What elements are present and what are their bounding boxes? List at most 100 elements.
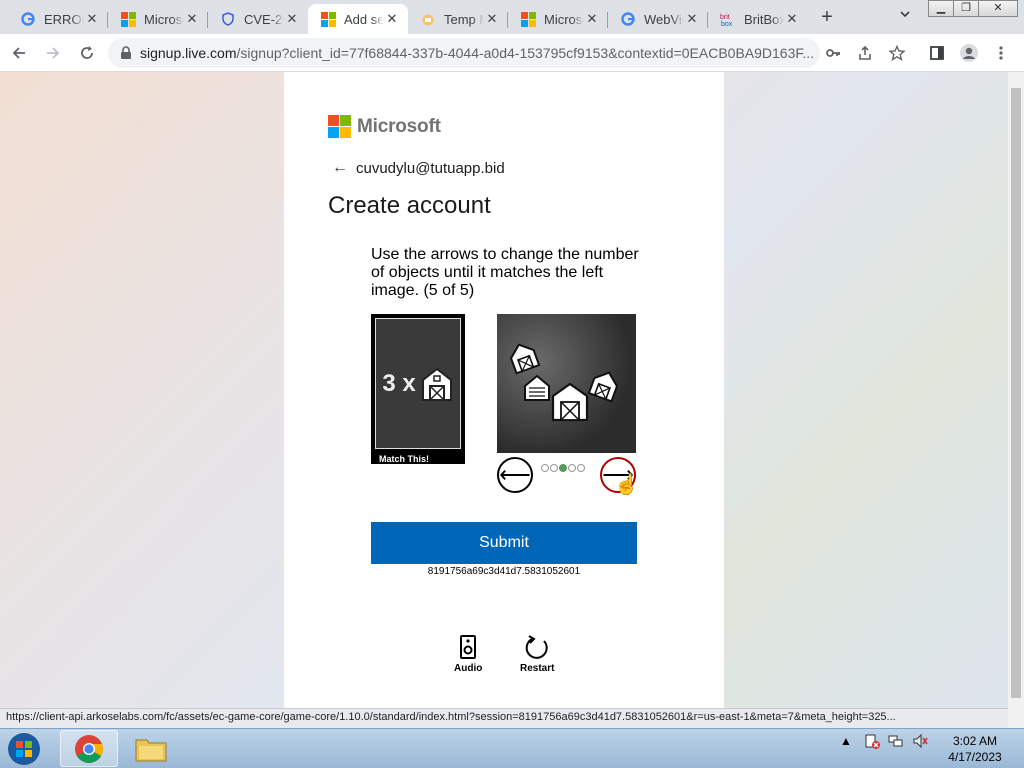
page-viewport: Microsoft ← cuvudylu@tutuapp.bid Create …: [0, 72, 1008, 708]
close-icon[interactable]: ✕: [184, 11, 200, 27]
close-icon[interactable]: ✕: [84, 11, 100, 27]
pagination-dot: [568, 464, 576, 472]
page-scrollbar[interactable]: [1008, 72, 1024, 728]
pagination-dot: [550, 464, 558, 472]
tab-britbox[interactable]: brit box BritBox ✕: [708, 4, 808, 34]
microsoft-icon: [320, 11, 336, 27]
clock-date: 4/17/2023: [948, 750, 1002, 764]
profile-avatar-icon[interactable]: [958, 42, 980, 64]
windows-taskbar: ▲ 3:02 AM 4/17/2023: [0, 728, 1024, 768]
microsoft-icon: [520, 11, 536, 27]
submit-button[interactable]: Submit: [371, 522, 637, 564]
forward-button[interactable]: [42, 42, 64, 64]
show-hidden-icons-icon[interactable]: ▲: [840, 734, 852, 748]
tab-title: Microsoft: [544, 11, 584, 27]
scrollbar-thumb[interactable]: [1011, 88, 1021, 698]
back-arrow-icon: [12, 47, 25, 59]
close-icon[interactable]: ✕: [284, 11, 300, 27]
reload-icon: [81, 46, 93, 59]
tab-title: BritBox: [744, 11, 784, 27]
taskbar-chrome[interactable]: [60, 730, 118, 767]
match-count: 3 x: [382, 369, 416, 397]
close-icon[interactable]: ✕: [684, 11, 700, 27]
svg-text:box: box: [721, 21, 733, 26]
system-tray: ▲: [840, 733, 928, 749]
tab-strip: ERROR ✕ Microsoft ✕ CVE-2023 ✕ Add secur…: [0, 0, 1024, 34]
reload-button[interactable]: [76, 42, 98, 64]
reference-panel: 3 x: [375, 318, 461, 449]
audio-label: Audio: [454, 663, 483, 674]
address-bar[interactable]: signup.live.com/signup?client_id=77f6884…: [108, 38, 820, 68]
tab-microsoft-2[interactable]: Microsoft ✕: [508, 4, 608, 34]
status-link-preview: https://client-api.arkoselabs.com/fc/ass…: [0, 708, 1008, 728]
pagination-dots: [541, 464, 586, 472]
session-id: 8191756a69c3d41d7.5831052601: [427, 566, 581, 577]
svg-text:brit: brit: [720, 14, 730, 21]
restart-icon: [525, 635, 548, 659]
audio-button[interactable]: Audio: [454, 635, 482, 674]
system-clock[interactable]: 3:02 AM 4/17/2023: [940, 733, 1010, 765]
menu-kebab-icon[interactable]: [990, 42, 1012, 64]
tab-error[interactable]: ERROR ✕: [8, 4, 108, 34]
windows-orb-icon: [8, 733, 40, 765]
tab-search-icon[interactable]: [896, 8, 914, 26]
britbox-icon: brit box: [720, 11, 736, 27]
password-key-icon[interactable]: [822, 42, 844, 64]
action-center-icon[interactable]: [864, 733, 880, 749]
tab-title: Add security: [344, 11, 384, 27]
page-title: Create account: [328, 192, 491, 219]
arrow-left-icon: ⟵: [499, 462, 531, 487]
share-icon[interactable]: [854, 42, 876, 64]
tab-add-security[interactable]: Add security ✕: [308, 4, 408, 34]
tab-webview[interactable]: WebView ✕: [608, 4, 708, 34]
google-icon: [20, 11, 36, 27]
tab-title: Temp Mail: [444, 11, 484, 27]
taskbar-explorer[interactable]: [122, 730, 180, 767]
tab-temp-mail[interactable]: Temp Mail ✕: [408, 4, 508, 34]
minimize-button[interactable]: ▁: [928, 0, 954, 17]
microsoft-logo: Microsoft: [328, 115, 441, 138]
close-icon[interactable]: ✕: [484, 11, 500, 27]
pagination-dot: [559, 464, 567, 472]
google-icon: [620, 11, 636, 27]
back-identity-row[interactable]: ← cuvudylu@tutuapp.bid: [332, 159, 505, 177]
network-icon[interactable]: [888, 733, 904, 749]
barn-group-icon: [509, 343, 619, 422]
forward-arrow-icon: [47, 47, 60, 59]
tab-title: CVE-2023: [244, 11, 284, 27]
back-arrow-icon[interactable]: ←: [332, 159, 348, 177]
captcha-answer-image: [497, 314, 636, 453]
side-panel-icon[interactable]: [926, 42, 948, 64]
identity-email: cuvudylu@tutuapp.bid: [356, 159, 505, 177]
shield-icon: [220, 11, 236, 27]
start-button[interactable]: [4, 731, 44, 767]
close-icon[interactable]: ✕: [584, 11, 600, 27]
tab-title: ERROR: [44, 11, 84, 27]
barn-icon: [421, 367, 452, 401]
volume-muted-icon[interactable]: [912, 733, 928, 749]
pagination-dot: [541, 464, 549, 472]
maximize-button[interactable]: ❐: [953, 0, 979, 17]
hand-cursor-icon: ☝: [614, 474, 639, 496]
restart-button[interactable]: Restart: [520, 635, 554, 674]
close-icon[interactable]: ✕: [784, 11, 800, 27]
speaker-icon: [460, 635, 477, 659]
bookmark-star-icon[interactable]: [886, 42, 908, 64]
back-button[interactable]: [8, 42, 30, 64]
chrome-icon: [75, 734, 103, 763]
new-tab-button[interactable]: +: [816, 6, 838, 28]
tab-microsoft-1[interactable]: Microsoft ✕: [108, 4, 208, 34]
close-window-button[interactable]: ✕: [978, 0, 1018, 17]
signup-card: Microsoft ← cuvudylu@tutuapp.bid Create …: [284, 72, 724, 708]
previous-arrow-button[interactable]: ⟵: [497, 457, 533, 493]
url-path: /signup?client_id=77f68844-337b-4044-a0d…: [236, 45, 815, 61]
captcha-reference-image: 3 x Match This!: [371, 314, 465, 464]
url-text: signup.live.com/signup?client_id=77f6884…: [140, 45, 814, 61]
close-icon[interactable]: ✕: [384, 11, 400, 27]
url-host: signup.live.com: [140, 45, 237, 61]
clock-time: 3:02 AM: [952, 734, 998, 748]
brand-name: Microsoft: [357, 115, 441, 137]
lock-icon: [121, 46, 131, 59]
restart-label: Restart: [520, 663, 555, 674]
tab-cve[interactable]: CVE-2023 ✕: [208, 4, 308, 34]
